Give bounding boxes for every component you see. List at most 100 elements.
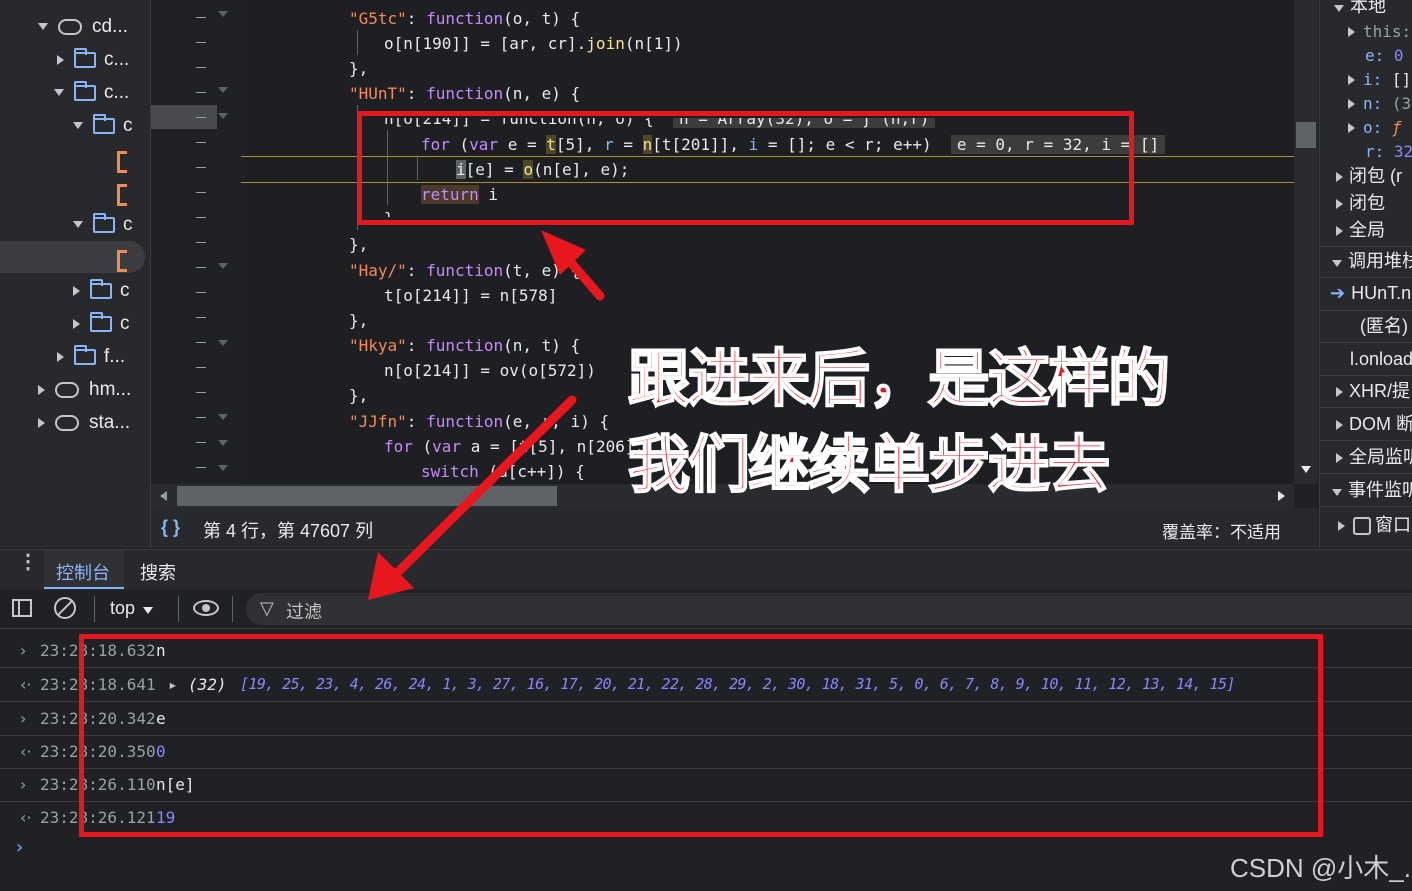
sidebar-toggle-icon[interactable]: [12, 599, 32, 617]
tree-item-folder[interactable]: c...: [54, 76, 129, 109]
scroll-down-icon[interactable]: [1301, 466, 1311, 473]
fold-arrow-icon[interactable]: [218, 87, 228, 93]
filter-input[interactable]: ▽ 过滤: [246, 593, 1412, 625]
scroll-thumb[interactable]: [1296, 122, 1316, 148]
result-chevron-icon: ‹·: [20, 742, 32, 761]
tree-item-domain[interactable]: hm...: [38, 373, 131, 406]
callstack-frame[interactable]: (匿名): [1360, 313, 1412, 339]
section-callstack[interactable]: 调用堆栈: [1332, 248, 1412, 274]
chevron-right-icon[interactable]: [1348, 99, 1355, 109]
scope-closure[interactable]: 闭包 (r: [1336, 163, 1412, 189]
fold-arrow-icon[interactable]: [218, 340, 228, 346]
tree-item-cd[interactable]: cd...: [38, 10, 128, 43]
pretty-print-icon[interactable]: { }: [161, 517, 180, 538]
fold-arrow-icon[interactable]: [218, 263, 228, 269]
chevron-down-icon[interactable]: [73, 221, 83, 228]
tree-item-label: f...: [104, 345, 126, 367]
chevron-right-icon[interactable]: [1336, 199, 1343, 209]
chevron-right-icon[interactable]: [1336, 453, 1343, 463]
annotation-text-line1: 跟进来后，是这样的: [627, 341, 1171, 416]
line-gutter[interactable]: [151, 0, 241, 484]
chevron-right-icon[interactable]: [1348, 27, 1355, 37]
fold-arrow-icon[interactable]: [218, 113, 228, 119]
live-expression-eye-icon[interactable]: [193, 600, 219, 616]
section-dom-breakpoints[interactable]: DOM 断: [1336, 411, 1412, 437]
chevron-right-icon[interactable]: [73, 285, 80, 296]
scope-local[interactable]: 本地: [1334, 0, 1412, 19]
tree-item-file[interactable]: [117, 178, 127, 211]
input-chevron-icon: ›: [20, 641, 27, 660]
chevron-right-icon[interactable]: [1338, 521, 1345, 531]
scope-var-r[interactable]: r: 32: [1365, 139, 1412, 165]
divider: [1320, 407, 1412, 408]
cursor-position: 第 4 行，第 47607 列: [203, 521, 374, 541]
fold-arrow-icon[interactable]: [218, 440, 228, 446]
folder-icon: [74, 47, 96, 68]
coverage-status[interactable]: 覆盖率：不适用: [1162, 518, 1281, 543]
chevron-right-icon[interactable]: [73, 318, 80, 329]
scroll-thumb[interactable]: [177, 486, 557, 506]
chevron-right-icon[interactable]: [1336, 172, 1343, 182]
context-selector[interactable]: top: [110, 598, 154, 619]
tree-item-label: c: [120, 312, 130, 334]
chevron-right-icon[interactable]: [1336, 420, 1343, 430]
clear-console-icon[interactable]: [54, 597, 76, 619]
scope-var-i[interactable]: i: []: [1348, 67, 1412, 93]
tab-console[interactable]: 控制台: [44, 550, 124, 589]
chevron-right-icon[interactable]: [1348, 123, 1355, 133]
tree-item-folder[interactable]: c: [73, 109, 133, 142]
scope-global[interactable]: 全局: [1336, 217, 1412, 243]
event-window[interactable]: 窗口: [1338, 512, 1412, 538]
line-number-placeholder: [196, 42, 206, 43]
section-event-listeners[interactable]: 事件监听: [1332, 477, 1412, 503]
scope-var-this[interactable]: this:: [1348, 19, 1412, 45]
tree-item-folder[interactable]: c: [73, 307, 130, 340]
chevron-right-icon[interactable]: [1336, 387, 1343, 397]
scope-closure[interactable]: 闭包: [1336, 190, 1412, 216]
fold-arrow-icon[interactable]: [218, 465, 228, 471]
code-line: t[o[214]] = n[578]: [384, 286, 558, 305]
tree-item-file[interactable]: [117, 145, 127, 178]
folder-icon: [74, 80, 96, 101]
tree-item-folder[interactable]: c: [73, 274, 130, 307]
file-icon: [117, 150, 127, 173]
chevron-right-icon[interactable]: [1336, 226, 1343, 236]
chevron-right-icon[interactable]: [38, 417, 45, 428]
chevron-down-icon[interactable]: [38, 23, 48, 30]
scroll-right-icon[interactable]: [1278, 491, 1285, 501]
divider: [1320, 440, 1412, 441]
section-global-listeners[interactable]: 全局监听: [1336, 444, 1412, 470]
tree-item-domain[interactable]: sta...: [38, 406, 130, 439]
scope-var-n[interactable]: n: (32: [1348, 91, 1412, 117]
scope-var-e[interactable]: e: 0: [1365, 43, 1412, 69]
chevron-down-icon[interactable]: [54, 89, 64, 96]
divider: [232, 596, 233, 622]
scroll-left-icon[interactable]: [160, 491, 167, 501]
scope-var-o[interactable]: o: ƒ: [1348, 115, 1412, 141]
chevron-down-icon[interactable]: [1332, 489, 1342, 496]
chevron-right-icon[interactable]: [1348, 75, 1355, 85]
vertical-scrollbar[interactable]: [1294, 0, 1318, 484]
chevron-right-icon[interactable]: [57, 54, 64, 65]
chevron-right-icon[interactable]: [57, 351, 64, 362]
tree-item-file-selected[interactable]: [117, 244, 127, 277]
chevron-right-icon[interactable]: [38, 384, 45, 395]
tree-item-folder[interactable]: f...: [57, 340, 125, 373]
more-tools-icon[interactable]: ⋮: [18, 552, 38, 572]
callstack-frame[interactable]: l.onload: [1350, 346, 1412, 372]
editor-status-bar: { } 第 4 行，第 47607 列 覆盖率：不适用: [151, 508, 1318, 548]
tree-item-folder[interactable]: c...: [57, 43, 129, 76]
tree-item-folder[interactable]: c: [73, 208, 133, 241]
chevron-down-icon[interactable]: [1332, 260, 1342, 267]
chevron-down-icon[interactable]: [73, 122, 83, 129]
fold-arrow-icon[interactable]: [218, 11, 228, 17]
tab-search[interactable]: 搜索: [140, 559, 176, 585]
section-xhr-breakpoints[interactable]: XHR/提: [1336, 378, 1412, 404]
file-icon: [117, 249, 127, 272]
fold-arrow-icon[interactable]: [218, 414, 228, 420]
callstack-frame-current[interactable]: ➔ HUnT.n: [1330, 280, 1412, 306]
chevron-down-icon[interactable]: [1334, 5, 1344, 12]
checkbox[interactable]: [1353, 517, 1371, 536]
line-number-placeholder: [196, 142, 206, 143]
console-prompt-icon[interactable]: ›: [16, 837, 23, 858]
